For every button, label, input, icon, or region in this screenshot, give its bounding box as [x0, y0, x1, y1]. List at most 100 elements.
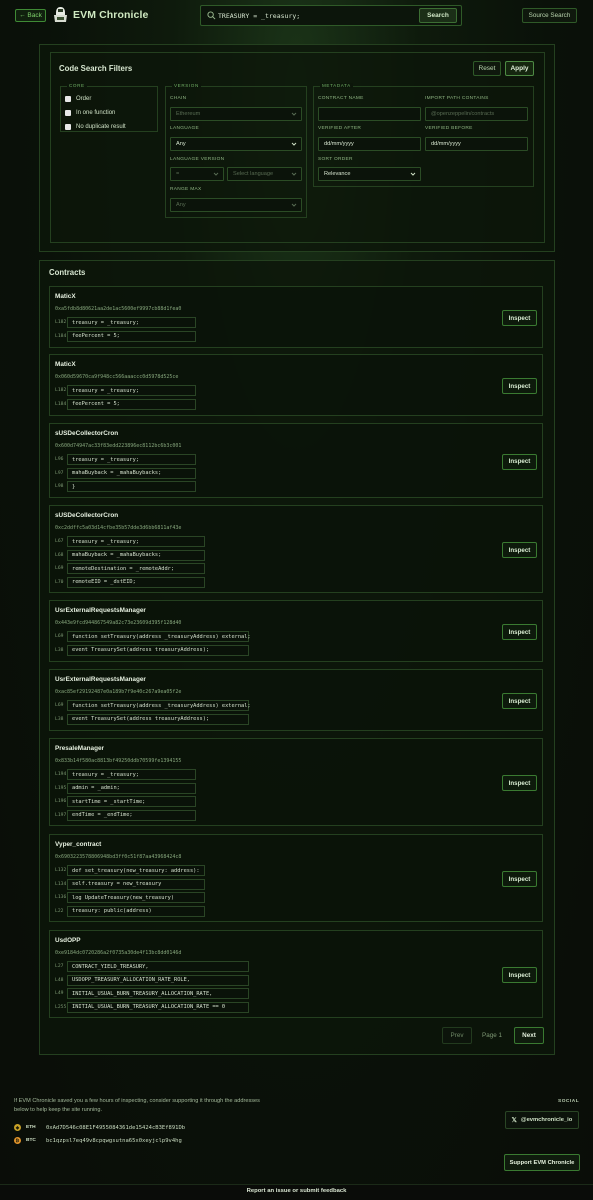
contract-address[interactable]: 0xc2ddffc5a03d14cfbe35b57dde3d6bb6811af4… — [55, 525, 181, 531]
language-version-operator[interactable]: = — [170, 167, 224, 181]
contract-name[interactable]: sUSDeCollectorCron — [55, 512, 118, 519]
search-input[interactable]: TREASURY = _treasury; — [218, 12, 300, 20]
chevron-down-icon — [291, 172, 297, 176]
line-number: L96 — [55, 457, 64, 462]
contracts-title: Contracts — [49, 268, 86, 277]
no-duplicate-checkbox-row[interactable]: No duplicate result — [65, 124, 126, 130]
code-match-line: L22 treasury: public(address) — [55, 905, 205, 917]
no-duplicate-checkbox[interactable] — [65, 124, 71, 130]
x-handle: @evmchronicle_io — [520, 1117, 573, 1123]
code-match-line: L69 function setTreasury(address _treasur… — [55, 700, 251, 711]
line-number: L182 — [55, 320, 67, 325]
contract-name[interactable]: MaticX — [55, 361, 76, 368]
back-button[interactable]: ← Back — [15, 9, 46, 22]
brand-title: EVM Chronicle — [73, 9, 149, 21]
code-snippet: treasury = _treasury; — [67, 536, 205, 547]
code-match-line: L255 INITIAL_USUAL_BURN_TREASURY_ALLOCATI… — [55, 1001, 249, 1013]
no-duplicate-label: No duplicate result — [76, 124, 126, 130]
inspect-button[interactable]: Inspect — [502, 624, 537, 640]
contract-address[interactable]: 0x443e9fcd944867549a82c73e23609d395f128d… — [55, 620, 181, 626]
x-social-button[interactable]: 𝕏 @evmchronicle_io — [505, 1111, 579, 1129]
chevron-down-icon — [291, 112, 297, 116]
contract-name[interactable]: UsrExternalRequestsManager — [55, 607, 146, 614]
version-group-title: VERSION — [172, 83, 201, 88]
contract-address[interactable]: 0x6903223578806948bd3ff0c51f87aa43968424… — [55, 854, 181, 860]
code-match-line: L48 USDOPP_TREASURY_ALLOCATION_RATE_ROLE, — [55, 974, 249, 986]
verified-before-input[interactable]: dd/mm/yyyy — [425, 137, 528, 151]
contract-address[interactable]: 0x060d59670ca9f948cc566aaaccc0d5978d525c… — [55, 374, 178, 380]
inspect-button[interactable]: Inspect — [502, 775, 537, 791]
contract-card: UsrExternalRequestsManager 0xac85ef291924… — [49, 669, 543, 731]
verified-after-input[interactable]: dd/mm/yyyy — [318, 137, 421, 151]
line-number: L69 — [55, 566, 64, 571]
line-number: L97 — [55, 470, 64, 476]
line-number: L70 — [55, 579, 64, 585]
next-page-button[interactable]: Next — [514, 1027, 544, 1044]
inspect-button[interactable]: Inspect — [502, 967, 537, 983]
inspect-button[interactable]: Inspect — [502, 453, 537, 470]
code-match-line: L132 def set_treasury(new_treasury: addre… — [55, 865, 205, 876]
code-match-line: L197 endTime = _endTime; — [55, 809, 196, 821]
range-max-label: RANGE MAX — [170, 187, 202, 192]
source-search-button[interactable]: Source Search — [522, 8, 577, 23]
code-match-line: L134 self.treasury = new_treasury — [55, 878, 205, 890]
one-function-checkbox[interactable] — [65, 110, 71, 116]
inspect-button[interactable]: Inspect — [502, 378, 537, 394]
contract-address[interactable]: 0xac85ef29192487e0a189b7f9e40c267a9ea05f… — [55, 689, 181, 695]
apply-button[interactable]: Apply — [505, 61, 534, 76]
order-checkbox-row[interactable]: Order — [65, 96, 91, 102]
code-snippet: log UpdateTreasury(new_treasury) — [67, 892, 205, 903]
sort-order-select[interactable]: Relevance — [318, 167, 421, 181]
reset-button[interactable]: Reset — [473, 61, 501, 76]
order-checkbox[interactable] — [65, 96, 71, 102]
code-snippet: self.treasury = new_treasury — [67, 878, 205, 890]
line-number: L68 — [55, 552, 64, 558]
contract-card: PresaleManager 0x833b14f580ac8813bf49250d… — [49, 738, 543, 826]
contract-name[interactable]: PresaleManager — [55, 745, 104, 752]
inspect-button[interactable]: Inspect — [502, 871, 537, 887]
contract-name-input[interactable] — [318, 107, 421, 121]
page-indicator: Page 1 — [482, 1032, 502, 1039]
contract-name[interactable]: MaticX — [55, 293, 76, 300]
code-match-line: L69 remoteDestination = _remoteAddr; — [55, 563, 205, 574]
one-function-checkbox-row[interactable]: In one function — [65, 110, 115, 116]
btc-coin-icon: ₿ — [14, 1137, 21, 1144]
contract-address[interactable]: 0x833b14f580ac8813bf49250ddb70599fe13941… — [55, 758, 181, 764]
chain-select[interactable]: Ethereum — [170, 107, 302, 121]
range-max-select[interactable]: Any — [170, 198, 302, 212]
code-match-line: L184 feePercent = 5; — [55, 330, 196, 342]
import-path-input[interactable]: @openzeppelin/contracts — [425, 107, 528, 121]
prev-page-button[interactable]: Prev — [442, 1027, 472, 1044]
contract-address[interactable]: 0xa5fdb8d80621aa2de1ac5600ef9997cb88d1fe… — [55, 306, 181, 312]
eth-address[interactable]: 0xAd7D546c08E1F4955084361de15424cB3Ef891… — [46, 1125, 185, 1131]
language-select[interactable]: Any — [170, 137, 302, 151]
report-issue-link[interactable]: Report an issue or submit feedback — [0, 1188, 593, 1194]
inspect-button[interactable]: Inspect — [502, 542, 537, 558]
contract-name[interactable]: Vyper_contract — [55, 841, 101, 848]
line-number: L132 — [55, 868, 67, 873]
search-bar[interactable]: TREASURY = _treasury; Search — [200, 5, 462, 26]
chain-label: CHAIN — [170, 96, 187, 101]
code-snippet: } — [67, 481, 196, 492]
code-match-line: L38 event TreasurySet(address treasuryAdd… — [55, 713, 249, 725]
contract-card: sUSDeCollectorCron 0xc2ddffc5a03d14cfbe35… — [49, 505, 543, 593]
support-button[interactable]: Support EVM Chronicle — [504, 1154, 580, 1171]
code-snippet: treasury: public(address) — [67, 905, 205, 917]
language-version-select[interactable]: Select language — [227, 167, 302, 181]
search-button[interactable]: Search — [419, 8, 457, 23]
contract-name[interactable]: UsdOPP — [55, 937, 81, 944]
line-number: L27 — [55, 964, 64, 969]
contract-name[interactable]: sUSDeCollectorCron — [55, 430, 118, 437]
contract-address[interactable]: 0xe9184dc0720286a2f0735a30de4f13bc8dd014… — [55, 950, 181, 956]
code-snippet: def set_treasury(new_treasury: address): — [67, 865, 205, 876]
contract-name[interactable]: UsrExternalRequestsManager — [55, 676, 146, 683]
code-snippet: INITIAL_USUAL_BURN_TREASURY_ALLOCATION_R… — [67, 988, 249, 999]
contract-address[interactable]: 0x600d74947ac33f83edd223896ec8112bc6b3c0… — [55, 443, 181, 449]
code-snippet: treasury = _treasury; — [67, 317, 196, 328]
code-match-line: L96 treasury = _treasury; — [55, 454, 196, 465]
inspect-button[interactable]: Inspect — [502, 693, 537, 709]
line-number: L184 — [55, 333, 67, 339]
language-label: LANGUAGE — [170, 126, 200, 131]
inspect-button[interactable]: Inspect — [502, 310, 537, 326]
btc-address[interactable]: bc1qzpsl7eq49v8cpqwgsutna65x0xeyjclp9v4h… — [46, 1138, 182, 1144]
